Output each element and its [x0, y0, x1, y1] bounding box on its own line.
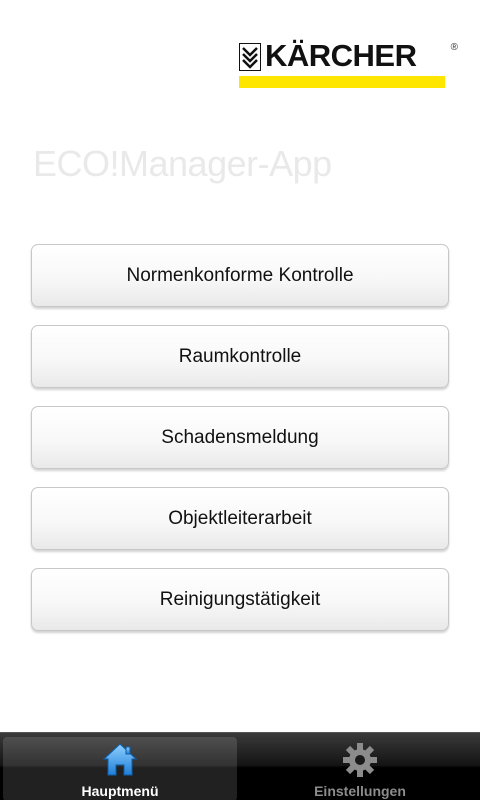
- gear-icon: [343, 743, 377, 777]
- logo-wordmark: KÄRCHER: [265, 38, 417, 73]
- home-icon: [102, 743, 138, 776]
- registered-mark: ®: [450, 42, 458, 53]
- main-menu: Normenkonforme Kontrolle Raumkontrolle S…: [31, 244, 449, 649]
- tab-hauptmenue-label: Hauptmenü: [81, 783, 159, 799]
- schadensmeldung-button[interactable]: Schadensmeldung: [31, 406, 449, 469]
- tab-einstellungen[interactable]: Einstellungen: [243, 737, 477, 800]
- karcher-logo: KÄRCHER ®: [239, 38, 458, 88]
- tab-hauptmenue[interactable]: Hauptmenü: [3, 737, 237, 800]
- logo-yellow-stripe: [239, 76, 445, 88]
- karcher-mark-icon: [239, 43, 261, 71]
- tab-bar: Hauptmenü Einstellungen: [0, 732, 480, 800]
- app-title: ECO!Manager-App: [33, 143, 332, 184]
- raumkontrolle-button[interactable]: Raumkontrolle: [31, 325, 449, 388]
- tab-einstellungen-label: Einstellungen: [314, 783, 406, 799]
- objektleiterarbeit-button[interactable]: Objektleiterarbeit: [31, 487, 449, 550]
- reinigungstaetigkeit-button[interactable]: Reinigungstätigkeit: [31, 568, 449, 631]
- normenkonforme-kontrolle-button[interactable]: Normenkonforme Kontrolle: [31, 244, 449, 307]
